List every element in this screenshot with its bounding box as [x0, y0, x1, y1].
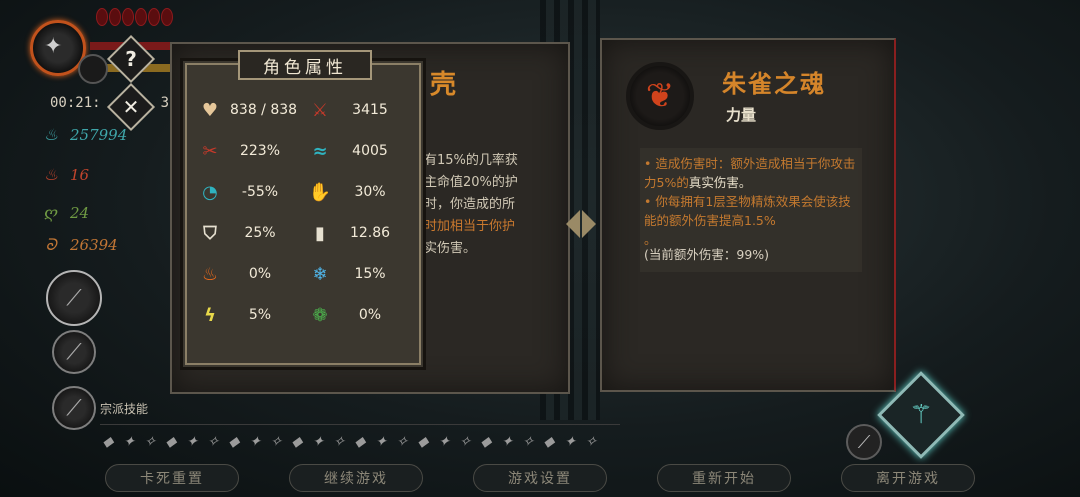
green-leaf-icon: ღ [44, 203, 58, 222]
resource-value: 24 [70, 204, 90, 222]
attribute-value: 838 / 838 [230, 102, 298, 118]
attribute-cell: ≈4005 [306, 137, 416, 165]
poison-icon: ❁ [312, 304, 328, 326]
attributes-title: 角色属性 [238, 50, 372, 80]
attribute-value: 4005 [352, 143, 388, 159]
attribute-cell: ♥ 838 / 838 [196, 96, 306, 124]
attribute-grid: ♥ 838 / 838 ⚔ 3415 ✂ 223% ≈4005 ◔ -55% ✋ 30% ⛉ 25% ▮ 1… [196, 96, 416, 329]
attribute-value: 25% [244, 225, 276, 241]
resource-row: ♨ 257994 [42, 125, 128, 145]
attribute-cell: ❄ 15% [306, 260, 416, 288]
relic-inventory-strip[interactable]: ◆ ✦ ✧ ◆ ✦ ✧ ◆ ✦ ✧ ◆ ✦ ✧ ◆ ✦ ✧ ◆ ✦ ✧ ◆ ✦ ✧ ◆ ✦ ✧ [100, 424, 620, 458]
skill-slot-3[interactable]: ⟋ [52, 386, 96, 430]
leave-game-button[interactable]: 离开游戏 [841, 464, 975, 492]
resource-value: 26394 [70, 236, 118, 254]
ice-icon: ❄ [312, 263, 328, 285]
relic-name: 朱雀之魂 [722, 69, 826, 98]
vermilion-bird-relic-icon: ❦ [626, 62, 694, 130]
attribute-value: 15% [354, 266, 386, 282]
resource-value: 16 [70, 166, 90, 184]
skill-title-fragment: 壳 [430, 70, 457, 100]
cooldown-icon: ◔ [202, 181, 218, 203]
attribute-value: -55% [241, 184, 279, 200]
attribute-value: 3415 [352, 102, 388, 118]
attribute-cell: ⚔ 3415 [306, 96, 416, 124]
orange-coin-icon: ᘐ [45, 235, 57, 254]
relic-current-bonus: (当前额外伤害：99%) [644, 247, 770, 262]
skill-slot-2[interactable]: ⟋ [52, 330, 96, 374]
sect-skill-label: 宗派技能 [100, 402, 149, 416]
skill-slot-1[interactable]: ⟋ [46, 270, 102, 326]
attribute-cell: ♨ 0% [196, 260, 306, 288]
relic-description: • 造成伤害时：额外造成相当于你攻击力5%的真实伤害。 • 你每拥有1层圣物精炼… [644, 156, 856, 247]
shield-icon: ⛉ [203, 222, 217, 244]
run-timer: 00:21: 3 [50, 95, 170, 111]
relic-type: 力量 [726, 106, 757, 124]
attribute-value: 5% [248, 307, 272, 323]
continue-game-button[interactable]: 继续游戏 [289, 464, 423, 492]
attack-sword-icon: ⚔ [311, 99, 329, 121]
weapon-claw-icon: ✦ [44, 34, 63, 59]
attribute-value: 0% [248, 266, 272, 282]
claw-skill-icon: ⟋ [66, 339, 82, 365]
attribute-cell: ✂ 223% [196, 137, 306, 165]
stuck-reset-button[interactable]: 卡死重置 [105, 464, 239, 492]
fire-icon: ♨ [201, 263, 219, 285]
skill-description: 有15%的几率获 主命值20%的护 时，你造成的所 时加相当于你护 实伤害。 [424, 153, 518, 256]
attribute-cell: ❁ 0% [306, 301, 416, 329]
blue-soul-icon: ♨ [43, 125, 59, 144]
small-skill-orb [78, 54, 108, 84]
attribute-value: 223% [239, 143, 281, 159]
pause-menu: 卡死重置 继续游戏 游戏设置 重新开始 离开游戏 [0, 464, 1080, 497]
claw-skill-icon: ⟋ [857, 431, 871, 453]
arrow-right-icon[interactable] [582, 210, 596, 238]
resource-row: ღ 24 [42, 203, 90, 223]
attribute-value: 30% [354, 184, 386, 200]
attribute-cell: ✋ 30% [306, 178, 416, 206]
attribute-cell: ▮ 12.86 [306, 219, 416, 247]
panel-switch-arrows[interactable] [566, 210, 596, 238]
red-flame-icon: ♨ [43, 165, 59, 184]
attribute-value: 0% [358, 307, 382, 323]
attribute-cell: ◔ -55% [196, 178, 306, 206]
heart-icon: ♥ [201, 99, 219, 121]
question-icon: ? [125, 47, 137, 71]
jade-blade-icon: ⚚ [909, 400, 933, 430]
claw-skill-icon: ⟋ [66, 395, 82, 421]
restart-button[interactable]: 重新开始 [657, 464, 791, 492]
arrow-left-icon[interactable] [566, 210, 580, 238]
crit-claw-icon: ✂ [202, 140, 218, 162]
resource-value: 257994 [70, 126, 128, 144]
lightning-icon: ϟ [204, 304, 216, 326]
dodge-skill-button[interactable]: ⟋ [846, 424, 882, 460]
health-pips [96, 8, 173, 26]
game-settings-button[interactable]: 游戏设置 [473, 464, 607, 492]
claw-skill-icon: ⟋ [66, 285, 82, 311]
attribute-value: 12.86 [349, 225, 391, 241]
resource-row: ♨ 16 [42, 165, 90, 185]
resource-row: ᘐ 26394 [42, 235, 118, 255]
speed-dragon-icon: ≈ [312, 140, 328, 162]
attribute-cell: ϟ 5% [196, 301, 306, 329]
damage-reduction-icon: ✋ [308, 181, 332, 203]
attribute-cell: ⛉ 25% [196, 219, 306, 247]
gold-stack-icon: ▮ [315, 222, 325, 244]
